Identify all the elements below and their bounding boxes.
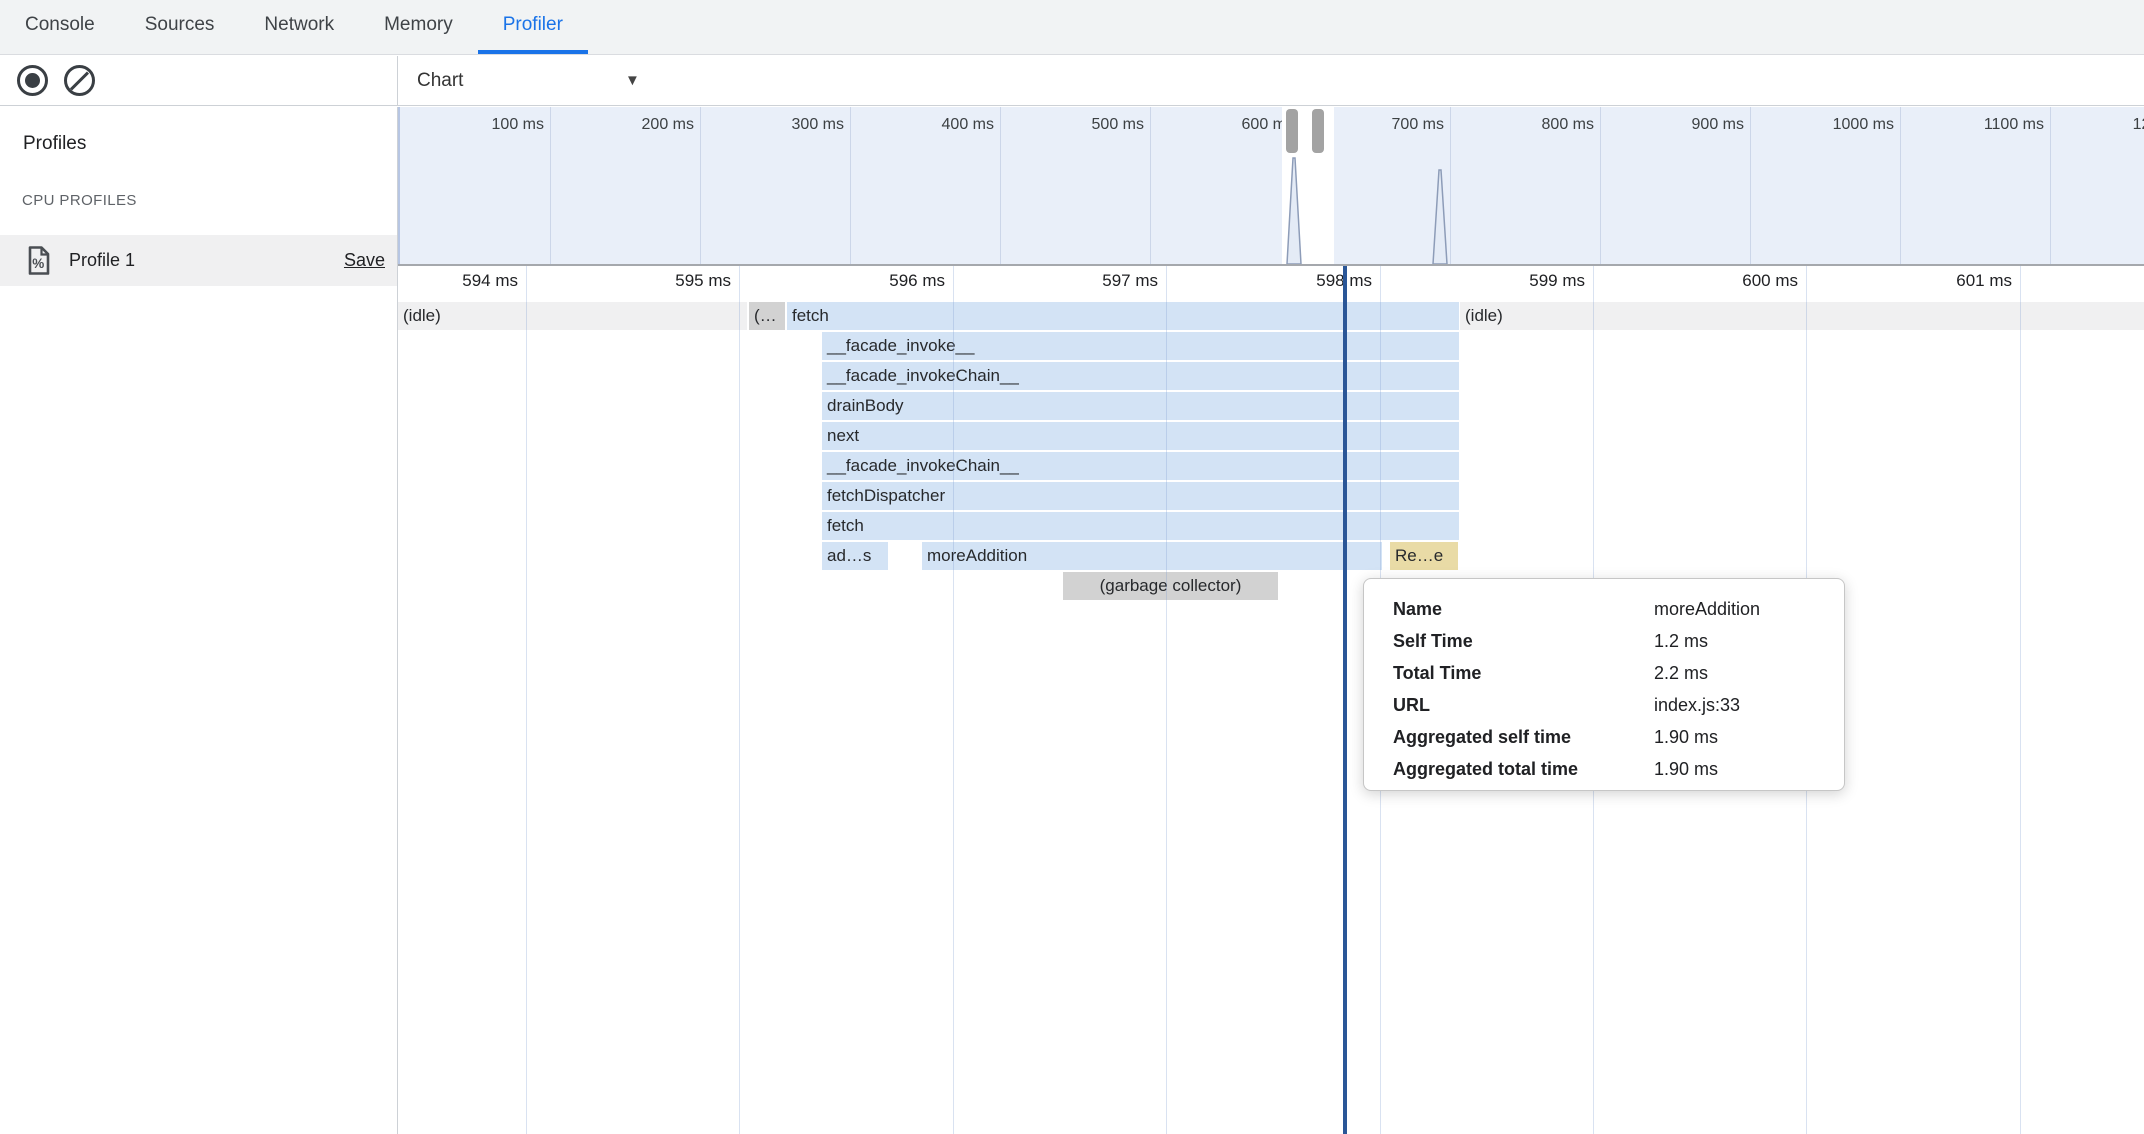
flame-bar-idle[interactable]: (idle) (398, 302, 747, 330)
flame-bar-ad-s[interactable]: ad…s (822, 542, 888, 570)
sidebar-title: Profiles (23, 133, 86, 155)
tooltip-value: 1.90 ms (1654, 753, 1718, 785)
tooltip-value: 1.2 ms (1654, 625, 1708, 657)
tab-memory[interactable]: Memory (359, 0, 478, 54)
flame-bar-fetchdispatcher[interactable]: fetchDispatcher (822, 482, 1459, 510)
flame-tick-label: 601 ms (1882, 271, 2012, 291)
tooltip-row: Aggregated total time1.90 ms (1393, 753, 1844, 785)
tooltip-row: NamemoreAddition (1393, 593, 1844, 625)
flame-bar-fetch[interactable]: fetch (787, 302, 1459, 330)
tooltip-label: Aggregated self time (1393, 721, 1654, 753)
flame-tick-label: 600 ms (1668, 271, 1798, 291)
view-mode-select[interactable]: Chart ▼ (417, 56, 657, 105)
flame-chart: 594 ms 595 ms 596 ms 597 ms 598 ms 599 ms 600 … (398, 266, 2144, 1134)
tooltip-row: Total Time2.2 ms (1393, 657, 1844, 689)
flame-bar-idle[interactable]: (idle) (1460, 302, 2144, 330)
tab-profiler[interactable]: Profiler (478, 0, 588, 54)
flame-bar-item[interactable]: (… (749, 302, 785, 330)
tooltip-label: Aggregated total time (1393, 753, 1654, 785)
flame-bar-garbage-collector[interactable]: (garbage collector) (1063, 572, 1278, 600)
flame-tick-label: 596 ms (815, 271, 945, 291)
view-mode-label: Chart (417, 70, 463, 92)
flame-bar-fetch[interactable]: fetch (822, 512, 1459, 540)
flame-gridline (739, 266, 740, 1134)
tooltip-row: Aggregated self time1.90 ms (1393, 721, 1844, 753)
selection-handle-right[interactable] (1312, 109, 1324, 153)
save-profile-link[interactable]: Save (344, 250, 385, 271)
svg-text:%: % (32, 256, 44, 271)
flame-tick-label: 594 ms (398, 271, 518, 291)
profile-document-icon: % (27, 246, 51, 275)
flame-gridline (1166, 266, 1167, 1134)
flame-tick-label: 595 ms (601, 271, 731, 291)
selection-handle-left[interactable] (1286, 109, 1298, 153)
flame-bar-drainbody[interactable]: drainBody (822, 392, 1459, 420)
flame-bar-facade-invoke[interactable]: __facade_invoke__ (822, 332, 1459, 360)
tooltip-value: 1.90 ms (1654, 721, 1718, 753)
tooltip-label: Total Time (1393, 657, 1654, 689)
tab-network[interactable]: Network (239, 0, 359, 54)
cpu-activity-spikes (398, 107, 2144, 264)
sidebar-item-profile-1[interactable]: % Profile 1 Save (0, 235, 397, 286)
flame-gridline (526, 266, 527, 1134)
flame-bar-facade-invokechain[interactable]: __facade_invokeChain__ (822, 452, 1459, 480)
flame-bar-moreaddition[interactable]: moreAddition (922, 542, 1382, 570)
tooltip-label: URL (1393, 689, 1654, 721)
flame-bar-next[interactable]: next (822, 422, 1459, 450)
chevron-down-icon: ▼ (625, 71, 640, 88)
frame-details-tooltip: NamemoreAdditionSelf Time1.2 msTotal Tim… (1363, 578, 1845, 791)
timeline-overview[interactable]: 100 ms200 ms300 ms400 ms500 ms600 ms700 … (398, 107, 2144, 266)
profiles-sidebar: Profiles CPU PROFILES % Profile 1 Save (0, 107, 398, 1134)
flame-gridline (953, 266, 954, 1134)
tooltip-value: moreAddition (1654, 593, 1760, 625)
record-profile-icon[interactable] (17, 65, 48, 96)
flame-tick-label: 599 ms (1455, 271, 1585, 291)
tooltip-label: Name (1393, 593, 1654, 625)
profiler-controls (0, 56, 398, 105)
flame-tick-label: 597 ms (1028, 271, 1158, 291)
flame-tick-label: 598 ms (1242, 271, 1372, 291)
flame-bar-re-e[interactable]: Re…e (1390, 542, 1458, 570)
tooltip-value: index.js:33 (1654, 689, 1740, 721)
cpu-profiles-section-label: CPU PROFILES (22, 192, 137, 209)
tooltip-row: URLindex.js:33 (1393, 689, 1844, 721)
tooltip-label: Self Time (1393, 625, 1654, 657)
profiler-toolbar: Chart ▼ (0, 56, 2144, 106)
tooltip-row: Self Time1.2 ms (1393, 625, 1844, 657)
profile-name: Profile 1 (69, 250, 344, 271)
devtools-tab-bar: ConsoleSourcesNetworkMemoryProfiler (0, 0, 2144, 55)
playhead-marker[interactable] (1343, 266, 1347, 1134)
clear-profiles-icon[interactable] (64, 65, 95, 96)
flame-bar-facade-invokechain[interactable]: __facade_invokeChain__ (822, 362, 1459, 390)
tab-console[interactable]: Console (0, 0, 120, 54)
flame-gridline (2020, 266, 2021, 1134)
tooltip-value: 2.2 ms (1654, 657, 1708, 689)
tab-sources[interactable]: Sources (120, 0, 240, 54)
